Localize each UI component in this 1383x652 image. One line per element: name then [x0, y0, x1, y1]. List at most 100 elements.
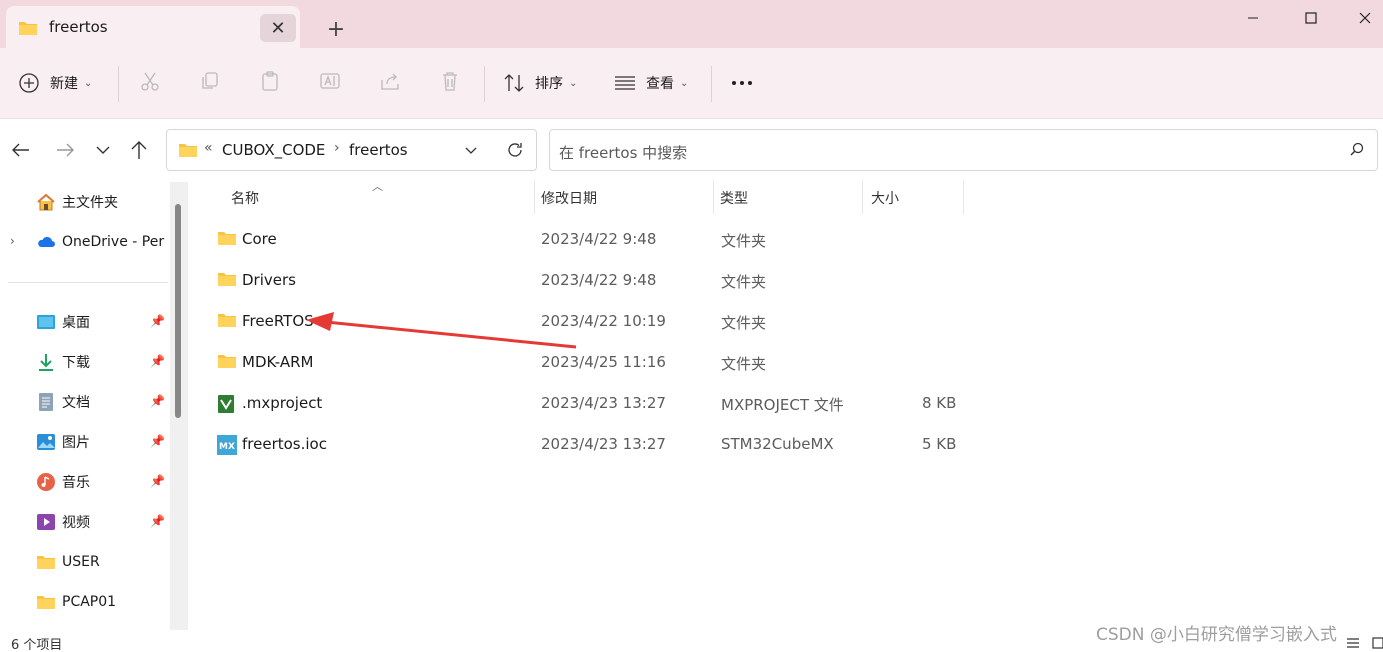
- sidebar-item-videos[interactable]: 视频: [36, 510, 90, 534]
- divider: [711, 66, 712, 102]
- recent-locations-icon[interactable]: [94, 139, 116, 161]
- file-name[interactable]: Drivers: [242, 271, 296, 289]
- file-name[interactable]: MDK-ARM: [242, 353, 313, 371]
- table-row[interactable]: Drivers 2023/4/22 9:48 文件夹: [192, 261, 972, 301]
- chevron-down-icon[interactable]: [463, 142, 479, 162]
- file-list: 名称 ︿ 修改日期 类型 大小 Core 2023/4/22 9:48 文件夹 …: [192, 180, 1383, 630]
- picture-icon: [37, 434, 55, 450]
- search-input[interactable]: 在 freertos 中搜索: [559, 142, 687, 163]
- breadcrumb-overflow[interactable]: «: [204, 140, 213, 156]
- file-type: 文件夹: [721, 355, 767, 373]
- sidebar-item-music[interactable]: 音乐: [36, 470, 90, 494]
- folder-icon: [218, 355, 236, 368]
- new-label: 新建: [50, 76, 78, 92]
- file-name[interactable]: freertos.ioc: [242, 435, 327, 453]
- command-bar: 新建 ⌄ 排序 ⌄ 查看 ⌄: [0, 48, 1383, 118]
- column-header-type[interactable]: 类型: [720, 188, 748, 208]
- paste-icon[interactable]: [259, 70, 283, 94]
- sidebar-item-label: 主文件夹: [62, 195, 118, 211]
- file-date: 2023/4/23 13:27: [541, 394, 666, 412]
- view-icon: [615, 76, 635, 90]
- sidebar-scrollbar[interactable]: [170, 182, 188, 630]
- stm32cubemx-file-icon: MX: [217, 435, 237, 455]
- search-box[interactable]: 在 freertos 中搜索: [549, 129, 1378, 171]
- tab-freertos[interactable]: freertos ✕: [6, 6, 300, 48]
- column-header-date[interactable]: 修改日期: [541, 188, 597, 208]
- column-divider[interactable]: [713, 180, 714, 214]
- folder-icon: [218, 273, 236, 286]
- sidebar-item-label: 视频: [62, 515, 90, 531]
- share-icon[interactable]: [379, 70, 403, 94]
- details-view-icon[interactable]: [1346, 636, 1360, 652]
- plus-icon[interactable]: +: [322, 16, 350, 44]
- new-button[interactable]: 新建 ⌄: [18, 65, 92, 101]
- table-row[interactable]: MX freertos.ioc 2023/4/23 13:27 STM32Cub…: [192, 425, 972, 465]
- sidebar-item-label: 音乐: [62, 475, 90, 491]
- chevron-down-icon: ⌄: [569, 77, 578, 89]
- view-button[interactable]: 查看 ⌄: [614, 65, 688, 101]
- sidebar-item-documents[interactable]: 文档: [36, 390, 90, 414]
- refresh-icon[interactable]: [505, 140, 525, 164]
- mxproject-file-icon: [218, 395, 234, 413]
- folder-icon: [218, 314, 236, 327]
- copy-icon[interactable]: [199, 70, 223, 94]
- folder-icon: [37, 596, 55, 609]
- forward-icon[interactable]: [54, 139, 76, 161]
- sort-button[interactable]: 排序 ⌄: [503, 65, 577, 101]
- maximize-icon[interactable]: [1288, 0, 1334, 36]
- pin-icon[interactable]: 📌: [150, 514, 165, 528]
- sort-label: 排序: [535, 76, 563, 92]
- sort-icon: [504, 74, 524, 92]
- column-header-size[interactable]: 大小: [871, 188, 899, 208]
- up-icon[interactable]: [128, 139, 150, 161]
- file-size: 8 KB: [922, 394, 957, 412]
- sidebar-item-downloads[interactable]: 下载: [36, 350, 90, 374]
- divider: [484, 66, 485, 102]
- sidebar-item-pcap01[interactable]: PCAP01: [36, 590, 116, 614]
- breadcrumb-item[interactable]: freertos: [349, 141, 408, 159]
- sidebar-item-label: 下载: [62, 355, 90, 371]
- music-icon: [37, 473, 55, 491]
- file-name[interactable]: Core: [242, 230, 277, 248]
- tiles-view-icon[interactable]: [1372, 636, 1383, 652]
- sort-ascending-icon: ︿: [372, 180, 383, 193]
- column-header-name[interactable]: 名称: [231, 188, 259, 208]
- sidebar-item-label: 桌面: [62, 315, 90, 331]
- cut-icon[interactable]: [139, 70, 163, 94]
- pin-icon[interactable]: 📌: [150, 474, 165, 488]
- folder-icon: [37, 556, 55, 569]
- sidebar-item-label: 文档: [62, 395, 90, 411]
- pin-icon[interactable]: 📌: [150, 394, 165, 408]
- delete-icon[interactable]: [439, 70, 463, 94]
- navigation-pane: 主文件夹 › OneDrive - Per 桌面 📌 下载 📌 文档 📌 图片 …: [0, 180, 190, 630]
- search-icon[interactable]: [1349, 142, 1365, 162]
- file-name[interactable]: .mxproject: [242, 394, 322, 412]
- more-button[interactable]: [731, 65, 753, 101]
- breadcrumb-item[interactable]: CUBOX_CODE: [222, 141, 325, 159]
- sidebar-item-home[interactable]: 主文件夹: [36, 190, 118, 214]
- back-icon[interactable]: [10, 139, 32, 161]
- divider: [118, 66, 119, 102]
- sidebar-item-user[interactable]: USER: [36, 550, 100, 574]
- pin-icon[interactable]: 📌: [150, 434, 165, 448]
- close-icon[interactable]: ✕: [260, 14, 296, 42]
- minimize-icon[interactable]: [1230, 0, 1276, 36]
- scrollbar-thumb[interactable]: [175, 204, 181, 418]
- chevron-right-icon[interactable]: ›: [10, 234, 15, 248]
- sidebar-item-pictures[interactable]: 图片: [36, 430, 90, 454]
- pin-icon[interactable]: 📌: [150, 314, 165, 328]
- sidebar-item-desktop[interactable]: 桌面: [36, 310, 90, 334]
- rename-icon[interactable]: [319, 70, 343, 94]
- column-divider[interactable]: [862, 180, 863, 214]
- table-row[interactable]: Core 2023/4/22 9:48 文件夹: [192, 220, 972, 260]
- file-type: MXPROJECT 文件: [721, 396, 844, 414]
- sidebar-item-onedrive[interactable]: OneDrive - Per: [36, 230, 170, 254]
- column-divider[interactable]: [534, 180, 535, 214]
- sidebar-item-label: PCAP01: [62, 594, 117, 610]
- table-row[interactable]: .mxproject 2023/4/23 13:27 MXPROJECT 文件 …: [192, 384, 972, 424]
- column-divider[interactable]: [963, 180, 964, 214]
- address-bar[interactable]: « CUBOX_CODE › freertos: [166, 129, 537, 171]
- view-label: 查看: [646, 76, 674, 92]
- pin-icon[interactable]: 📌: [150, 354, 165, 368]
- close-icon[interactable]: [1346, 0, 1383, 36]
